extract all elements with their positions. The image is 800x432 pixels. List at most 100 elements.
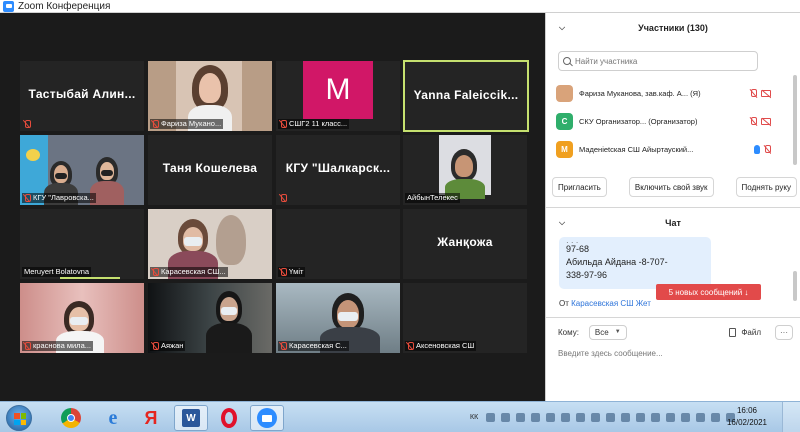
mic-muted-icon — [152, 268, 159, 276]
participant-search[interactable] — [558, 51, 758, 71]
tray-icon[interactable] — [546, 412, 556, 422]
mic-muted-icon — [280, 120, 287, 128]
mic-muted-icon[interactable] — [750, 88, 757, 98]
video-tile[interactable]: Таня Кошелева — [148, 135, 272, 205]
raise-hand-button[interactable]: Поднять руку — [735, 177, 797, 197]
clock-date: 16/02/2021 — [726, 418, 768, 427]
chat-title: Чат — [665, 218, 681, 228]
tray-icon[interactable] — [561, 412, 571, 422]
title-bar: Zoom Конференция — [0, 0, 800, 13]
opera-icon — [221, 408, 237, 428]
language-indicator[interactable]: КК — [470, 414, 478, 421]
video-tile[interactable]: Карасевская С... — [276, 283, 400, 353]
tray-icon[interactable] — [666, 412, 676, 422]
taskbar-clock[interactable]: 16:06 16/02/2021 — [724, 405, 770, 429]
sender-link[interactable]: Карасевская СШ Жет — [571, 299, 651, 308]
video-tile[interactable]: M СШГ2 11 класс... — [276, 61, 400, 131]
taskbar-yandex[interactable]: Я — [134, 405, 168, 431]
list-item[interactable]: М Маденietская СШ Айыртауский... — [556, 135, 771, 163]
chevron-down-icon[interactable]: ⌵ — [559, 218, 565, 228]
chat-input[interactable] — [558, 346, 788, 360]
taskbar-chrome[interactable] — [54, 405, 88, 431]
list-item[interactable]: Фариза Муканова, зав.каф. А... (Я) — [556, 79, 771, 107]
video-tile[interactable]: Фариза Мукано... — [148, 61, 272, 131]
video-off-icon[interactable] — [761, 89, 771, 97]
participant-caption: Аксеновская СШ — [405, 341, 477, 351]
participant-caption: Карасевская С... — [278, 341, 349, 351]
participant-caption: Карасевская СШ... — [150, 267, 228, 277]
participants-actions: Пригласить Включить свой звук Поднять ру… — [552, 177, 797, 197]
tray-icon[interactable] — [531, 412, 541, 422]
clock-time: 16:06 — [736, 406, 758, 415]
video-tile[interactable]: КГУ "Лавровска... — [20, 135, 144, 205]
list-item[interactable]: С СКУ Организатор... (Организатор) — [556, 107, 771, 135]
tray-icon[interactable] — [711, 412, 721, 422]
chevron-down-icon: ▼ — [614, 329, 621, 335]
taskbar-zoom[interactable] — [250, 405, 284, 431]
window-title: Zoom Конференция — [18, 0, 111, 12]
side-panel: ⌵ Участники (130) Фариза Муканова, зав.к… — [545, 13, 800, 401]
participant-name: Таня Кошелева — [162, 161, 258, 175]
chat-recipient-row: Кому: Все ▼ Файл ··· — [558, 324, 793, 340]
tray-icon[interactable] — [501, 412, 511, 422]
video-tile[interactable]: АйбынТелекес — [403, 135, 527, 205]
video-tile-active-speaker[interactable]: Yanna Faleiccik... — [403, 60, 529, 132]
participant-caption — [22, 119, 35, 129]
taskbar-word[interactable]: W — [174, 405, 208, 431]
video-tile[interactable]: Аяжан — [148, 283, 272, 353]
participant-name: Тастыбай Алин... — [28, 87, 136, 101]
video-tile[interactable]: КГУ "Шалкарск... — [276, 135, 400, 205]
show-desktop-button[interactable] — [782, 402, 800, 432]
video-tile[interactable]: Үміт — [276, 209, 400, 279]
participant-caption: КГУ "Лавровска... — [22, 193, 96, 203]
avatar: М — [556, 140, 573, 158]
taskbar-opera[interactable] — [212, 405, 246, 431]
avatar: С — [556, 112, 573, 130]
mic-muted-icon — [24, 194, 31, 202]
participants-list: Фариза Муканова, зав.каф. А... (Я) С СКУ… — [556, 79, 771, 171]
mic-muted-icon — [280, 268, 287, 276]
tray-icon[interactable] — [576, 412, 586, 422]
invite-button[interactable]: Пригласить — [552, 177, 607, 197]
participant-name: КГУ "Шалкарск... — [285, 161, 391, 175]
zoom-icon — [257, 408, 277, 428]
mic-muted-icon[interactable] — [764, 144, 771, 154]
participant-name: Фариза Муканова, зав.каф. А... (Я) — [579, 88, 701, 98]
chat-scrollbar[interactable] — [793, 271, 797, 301]
video-tile[interactable]: Карасевская СШ... — [148, 209, 272, 279]
more-options-button[interactable]: ··· — [775, 324, 793, 340]
tray-icon[interactable] — [696, 412, 706, 422]
screen: Zoom Конференция Тастыбай Алин... Фариза… — [0, 0, 800, 432]
taskbar-ie[interactable]: e — [96, 405, 130, 431]
tray-icon[interactable] — [516, 412, 526, 422]
recipient-select[interactable]: Все ▼ — [588, 324, 627, 340]
participant-caption: краснова мила... — [22, 341, 93, 351]
search-input[interactable] — [575, 56, 755, 66]
tray-icon[interactable] — [591, 412, 601, 422]
video-tile[interactable]: Тастыбай Алин... — [20, 61, 144, 131]
mic-muted-icon[interactable] — [750, 116, 757, 126]
participant-caption: СШГ2 11 класс... — [278, 119, 350, 129]
new-messages-button[interactable]: 5 новых сообщений ↓ — [656, 284, 761, 300]
unmute-button[interactable]: Включить свой звук — [628, 177, 714, 197]
participants-scrollbar[interactable] — [793, 75, 797, 165]
start-button[interactable] — [6, 405, 32, 431]
video-tile[interactable]: Аксеновская СШ — [403, 283, 527, 353]
video-tile[interactable]: Жанқожа — [403, 209, 527, 279]
participant-caption: Фариза Мукано... — [150, 119, 224, 129]
video-gallery: Тастыбай Алин... Фариза Мукано... M СШГ2… — [0, 13, 545, 401]
mic-muted-icon — [152, 120, 159, 128]
tray-icon[interactable] — [636, 412, 646, 422]
tray-icon[interactable] — [651, 412, 661, 422]
file-button[interactable]: Файл — [729, 327, 761, 337]
participant-caption: Meruyert Bolatovna — [22, 267, 92, 277]
video-tile[interactable]: Meruyert Bolatovna — [20, 209, 144, 279]
tray-icon[interactable] — [606, 412, 616, 422]
tray-icon[interactable] — [486, 412, 496, 422]
speaking-indicator — [60, 277, 120, 279]
tray-icon[interactable] — [681, 412, 691, 422]
video-tile[interactable]: краснова мила... — [20, 283, 144, 353]
chevron-down-icon[interactable]: ⌵ — [559, 23, 565, 33]
video-off-icon[interactable] — [761, 117, 771, 125]
tray-icon[interactable] — [621, 412, 631, 422]
